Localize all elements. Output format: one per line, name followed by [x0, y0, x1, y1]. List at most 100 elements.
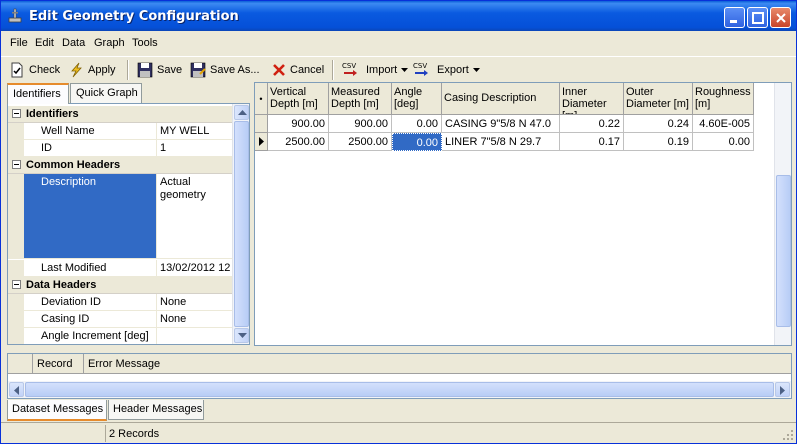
col-header-roughness[interactable]: Roughness [m]: [693, 83, 754, 115]
property-grid-scrollbar[interactable]: [232, 104, 249, 344]
row-header-current[interactable]: [255, 133, 268, 151]
grid-corner[interactable]: •: [255, 83, 268, 115]
menu-tools[interactable]: Tools: [132, 37, 158, 49]
grid-scroll-thumb[interactable]: [776, 175, 791, 327]
cell-inner-diameter[interactable]: 0.22: [560, 115, 624, 133]
prop-name: Deviation ID: [24, 294, 157, 310]
prop-row-well-name[interactable]: Well Name MY WELL: [8, 123, 232, 140]
import-button[interactable]: CSV Import: [342, 61, 409, 79]
category-data-headers[interactable]: Data Headers: [8, 277, 232, 294]
cancel-button[interactable]: Cancel: [272, 61, 324, 79]
row-gutter: [8, 140, 24, 156]
prop-value-well-name[interactable]: MY WELL: [158, 123, 232, 139]
prop-value-id[interactable]: 1: [158, 140, 232, 156]
cell-measured-depth[interactable]: 900.00: [329, 115, 392, 133]
messages-scroll-thumb[interactable]: [25, 382, 774, 397]
close-button[interactable]: [770, 7, 791, 28]
category-identifiers[interactable]: Identifiers: [8, 106, 232, 123]
cell-roughness[interactable]: 0.00: [693, 133, 754, 151]
save-as-button[interactable]: Save As...: [190, 61, 260, 79]
msg-col-header-blank[interactable]: [8, 354, 33, 374]
cell-angle[interactable]: 0.00: [392, 115, 442, 133]
collapse-icon[interactable]: [12, 109, 21, 118]
scroll-up-button[interactable]: [234, 105, 249, 120]
scroll-left-button[interactable]: [9, 382, 24, 397]
scroll-right-icon: [780, 386, 785, 395]
prop-row-angle-increment[interactable]: Angle Increment [deg]: [8, 328, 232, 344]
messages-horizontal-scrollbar[interactable]: [8, 381, 791, 398]
cell-casing-description[interactable]: LINER 7"5/8 N 29.7: [442, 133, 560, 151]
prop-row-id[interactable]: ID 1: [8, 140, 232, 157]
apply-lightning-icon: [71, 62, 82, 78]
col-header-measured-depth[interactable]: Measured Depth [m]: [329, 83, 392, 115]
cell-inner-diameter[interactable]: 0.17: [560, 133, 624, 151]
col-header-casing-description[interactable]: Casing Description: [442, 83, 560, 115]
save-label: Save: [157, 64, 183, 76]
scroll-down-button[interactable]: [234, 328, 249, 343]
prop-value-description[interactable]: Actual geometry: [158, 174, 232, 258]
export-button[interactable]: CSV Export: [413, 61, 480, 79]
tab-header-messages[interactable]: Header Messages: [108, 400, 204, 420]
menu-edit[interactable]: Edit: [35, 37, 54, 49]
cell-outer-diameter[interactable]: 0.19: [624, 133, 693, 151]
collapse-icon[interactable]: [12, 280, 21, 289]
horizontal-splitter[interactable]: [1, 347, 796, 351]
header-line: Angle: [394, 86, 423, 98]
property-grid: Identifiers Well Name MY WELL ID 1 Commo…: [8, 104, 232, 344]
row-gutter: [8, 328, 24, 344]
property-grid-panel: Identifiers Well Name MY WELL ID 1 Commo…: [7, 103, 250, 345]
grid-vertical-scrollbar[interactable]: [774, 83, 791, 345]
export-dropdown-icon[interactable]: [472, 67, 480, 73]
collapse-icon[interactable]: [12, 160, 21, 169]
col-header-inner-diameter[interactable]: Inner Diameter [m]: [560, 83, 624, 115]
tab-identifiers[interactable]: Identifiers: [7, 83, 69, 104]
col-header-angle[interactable]: Angle [deg]: [392, 83, 442, 115]
close-icon: [776, 13, 786, 23]
cell-outer-diameter[interactable]: 0.24: [624, 115, 693, 133]
header-line: [m]: [695, 98, 711, 110]
prop-value-angle-increment[interactable]: [158, 328, 232, 344]
col-header-outer-diameter[interactable]: Outer Diameter [m]: [624, 83, 693, 115]
status-cell-blank: [1, 425, 105, 442]
cell-vertical-depth[interactable]: 2500.00: [268, 133, 329, 151]
prop-row-deviation-id[interactable]: Deviation ID None: [8, 294, 232, 311]
check-button[interactable]: Check: [9, 61, 60, 79]
tab-dataset-messages[interactable]: Dataset Messages: [7, 400, 107, 421]
save-disk-icon: [137, 62, 153, 78]
cell-angle-selected[interactable]: 0.00: [392, 133, 442, 151]
tab-quick-graph[interactable]: Quick Graph: [70, 83, 142, 103]
col-header-vertical-depth[interactable]: Vertical Depth [m]: [268, 83, 329, 115]
prop-value-casing-id[interactable]: None: [158, 311, 232, 327]
scroll-right-button[interactable]: [775, 382, 790, 397]
cell-measured-depth[interactable]: 2500.00: [329, 133, 392, 151]
cell-casing-description[interactable]: CASING 9"5/8 N 47.0: [442, 115, 560, 133]
maximize-button[interactable]: [747, 7, 768, 28]
prop-value-deviation-id[interactable]: None: [158, 294, 232, 310]
cell-roughness[interactable]: 4.60E-005: [693, 115, 754, 133]
header-line: Casing Description: [444, 92, 537, 104]
import-dropdown-icon[interactable]: [401, 67, 409, 73]
menu-data[interactable]: Data: [62, 37, 85, 49]
title-bar[interactable]: Edit Geometry Configuration: [1, 1, 796, 31]
resize-grip-icon[interactable]: [782, 429, 794, 441]
menu-graph[interactable]: Graph: [94, 37, 125, 49]
prop-row-casing-id[interactable]: Casing ID None: [8, 311, 232, 328]
toolbar-separator: [332, 60, 334, 80]
prop-row-description[interactable]: Description Actual geometry: [8, 174, 232, 259]
apply-button[interactable]: Apply: [68, 61, 116, 79]
prop-value-last-modified[interactable]: 13/02/2012 12: [158, 260, 232, 276]
cell-vertical-depth[interactable]: 900.00: [268, 115, 329, 133]
msg-col-header-error[interactable]: Error Message: [84, 354, 791, 374]
scroll-thumb[interactable]: [234, 121, 249, 327]
menu-file[interactable]: File: [10, 37, 28, 49]
header-line: Depth [m]: [270, 98, 318, 110]
category-common-headers[interactable]: Common Headers: [8, 157, 232, 174]
toolbar: Check Apply Save Save As... Cancel CSV I…: [1, 56, 796, 82]
minimize-button[interactable]: [724, 7, 745, 28]
save-button[interactable]: Save: [137, 61, 182, 79]
row-header[interactable]: [255, 115, 268, 133]
check-document-icon: [11, 62, 23, 78]
prop-row-last-modified[interactable]: Last Modified 13/02/2012 12: [8, 260, 232, 277]
msg-col-header-record[interactable]: Record: [33, 354, 84, 374]
csv-import-icon: CSV: [342, 62, 357, 76]
